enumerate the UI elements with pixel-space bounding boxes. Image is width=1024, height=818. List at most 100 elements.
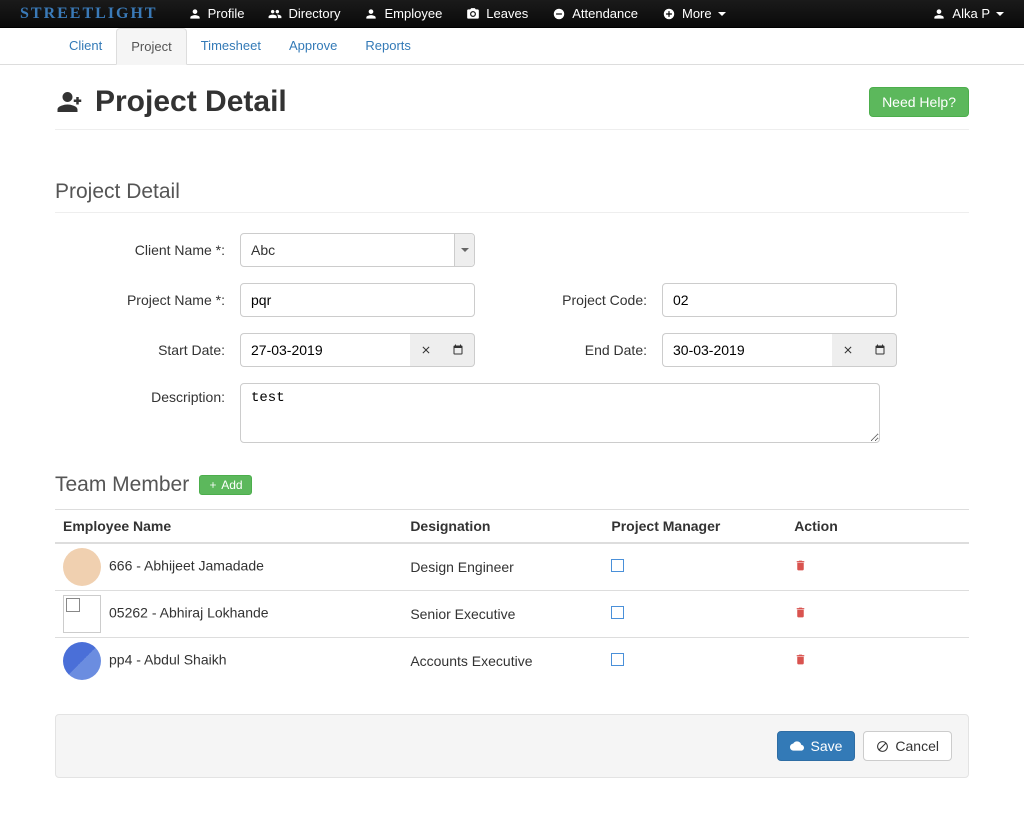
section-project-detail: Project Detail	[55, 180, 969, 213]
person-icon	[932, 7, 946, 21]
delete-button[interactable]	[794, 653, 807, 669]
nav-leaves[interactable]: Leaves	[466, 6, 528, 21]
cancel-button[interactable]: Cancel	[863, 731, 952, 761]
need-help-button[interactable]: Need Help?	[869, 87, 969, 117]
close-icon	[842, 344, 854, 356]
nav-user-menu[interactable]: Alka P	[932, 6, 1004, 21]
designation: Senior Executive	[402, 591, 603, 638]
trash-icon	[794, 559, 807, 572]
subtabs: Client Project Timesheet Approve Reports	[0, 28, 1024, 65]
row-project-code: Project Code:	[512, 283, 969, 317]
close-icon	[420, 344, 432, 356]
nav-directory[interactable]: Directory	[268, 6, 340, 21]
top-navbar: STREETLIGHT Profile Directory Employee L…	[0, 0, 1024, 28]
action-footer: Save Cancel	[55, 714, 969, 778]
nav-profile[interactable]: Profile	[188, 6, 245, 21]
person-icon	[188, 7, 202, 21]
save-button[interactable]: Save	[777, 731, 855, 761]
user-plus-icon	[55, 87, 85, 117]
start-date-input[interactable]	[240, 333, 410, 367]
trash-icon	[794, 653, 807, 666]
add-label: Add	[221, 478, 242, 492]
cancel-label: Cancel	[895, 738, 939, 754]
caret-down-icon	[718, 12, 726, 16]
page-title-text: Project Detail	[95, 85, 287, 119]
row-start-date: Start Date:	[55, 333, 512, 367]
team-section-label: Team Member	[55, 473, 189, 497]
project-code-input[interactable]	[662, 283, 897, 317]
page-header: Project Detail Need Help?	[55, 85, 969, 130]
tab-reports[interactable]: Reports	[351, 28, 425, 64]
nav-label: More	[682, 6, 712, 21]
end-date-picker[interactable]	[864, 333, 897, 367]
client-name-label: Client Name *:	[55, 242, 240, 258]
description-label: Description:	[55, 383, 240, 405]
trash-icon	[794, 606, 807, 619]
client-name-select[interactable]: Abc	[240, 233, 475, 267]
row-description: Description:	[55, 383, 969, 443]
person-icon	[364, 7, 378, 21]
camera-icon	[466, 7, 480, 21]
delete-button[interactable]	[794, 559, 807, 575]
row-project-name: Project Name *:	[55, 283, 512, 317]
tab-project[interactable]: Project	[116, 28, 186, 65]
section-team-member: Team Member Add	[55, 473, 969, 497]
start-date-picker[interactable]	[442, 333, 475, 367]
project-name-input[interactable]	[240, 283, 475, 317]
end-date-clear[interactable]	[832, 333, 864, 367]
nav-items: Profile Directory Employee Leaves Attend…	[188, 6, 933, 21]
ban-icon	[876, 740, 889, 753]
plus-circle-icon	[662, 7, 676, 21]
th-designation: Designation	[402, 510, 603, 544]
select-arrow-icon	[454, 234, 474, 266]
th-action: Action	[786, 510, 969, 544]
nav-more[interactable]: More	[662, 6, 726, 21]
tab-timesheet[interactable]: Timesheet	[187, 28, 275, 64]
save-label: Save	[810, 738, 842, 754]
add-team-member-button[interactable]: Add	[199, 475, 251, 495]
caret-down-icon	[996, 12, 1004, 16]
end-date-label: End Date:	[512, 342, 662, 358]
avatar	[63, 642, 101, 680]
designation: Accounts Executive	[402, 638, 603, 685]
pm-checkbox[interactable]	[611, 606, 624, 619]
start-date-label: Start Date:	[55, 342, 240, 358]
circle-minus-icon	[552, 7, 566, 21]
delete-button[interactable]	[794, 606, 807, 622]
start-date-clear[interactable]	[410, 333, 442, 367]
nav-employee[interactable]: Employee	[364, 6, 442, 21]
people-icon	[268, 7, 282, 21]
pm-checkbox[interactable]	[611, 559, 624, 572]
calendar-icon	[874, 344, 886, 356]
designation: Design Engineer	[402, 543, 603, 591]
client-name-value: Abc	[251, 242, 275, 258]
cloud-icon	[790, 739, 804, 753]
pm-checkbox[interactable]	[611, 653, 624, 666]
page-title: Project Detail	[55, 85, 287, 119]
employee-name: 05262 - Abhiraj Lokhande	[109, 605, 269, 621]
table-row: 05262 - Abhiraj Lokhande Senior Executiv…	[55, 591, 969, 638]
description-textarea[interactable]	[240, 383, 880, 443]
tab-client[interactable]: Client	[55, 28, 116, 64]
th-project-manager: Project Manager	[603, 510, 786, 544]
end-date-input[interactable]	[662, 333, 832, 367]
table-header-row: Employee Name Designation Project Manage…	[55, 510, 969, 544]
row-end-date: End Date:	[512, 333, 969, 367]
main-container: Project Detail Need Help? Project Detail…	[0, 65, 1024, 818]
nav-label: Directory	[288, 6, 340, 21]
tab-approve[interactable]: Approve	[275, 28, 351, 64]
plus-icon	[208, 480, 218, 490]
user-name: Alka P	[952, 6, 990, 21]
nav-label: Profile	[208, 6, 245, 21]
th-employee-name: Employee Name	[55, 510, 402, 544]
table-row: pp4 - Abdul Shaikh Accounts Executive	[55, 638, 969, 685]
avatar	[63, 595, 101, 633]
nav-attendance[interactable]: Attendance	[552, 6, 638, 21]
brand-logo: STREETLIGHT	[20, 5, 158, 23]
team-table: Employee Name Designation Project Manage…	[55, 509, 969, 684]
nav-label: Attendance	[572, 6, 638, 21]
employee-name: pp4 - Abdul Shaikh	[109, 652, 227, 668]
calendar-icon	[452, 344, 464, 356]
row-client-name: Client Name *: Abc	[55, 233, 969, 267]
nav-label: Employee	[384, 6, 442, 21]
